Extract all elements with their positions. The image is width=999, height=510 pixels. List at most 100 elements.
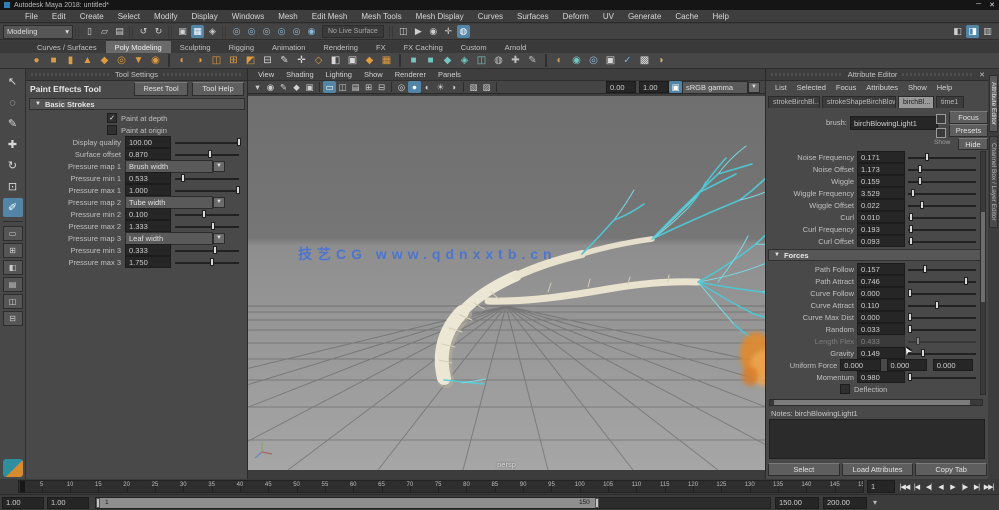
scrollbar-thumb[interactable]: [774, 400, 970, 405]
poly-cylinder-icon[interactable]: ▮: [63, 54, 78, 68]
attribute-slider[interactable]: [175, 173, 239, 183]
go-to-end-button[interactable]: ▶▶|: [983, 481, 994, 493]
value-field[interactable]: 0.870: [125, 148, 171, 160]
make-live-icon[interactable]: ◉: [305, 25, 318, 38]
slider-handle[interactable]: [908, 325, 912, 333]
attribute-slider[interactable]: [908, 348, 976, 358]
xgen-icon[interactable]: [3, 459, 23, 477]
wireframe-mode-icon[interactable]: ◎: [395, 81, 408, 93]
shaded-mode-icon[interactable]: ●: [408, 81, 421, 93]
value-field[interactable]: 0.333: [125, 244, 171, 256]
shadows-icon[interactable]: ◑: [447, 81, 460, 93]
value-field[interactable]: 0.980: [857, 371, 905, 383]
value-field[interactable]: 0.433: [857, 335, 905, 347]
value-field[interactable]: 1.173: [857, 163, 905, 175]
value-field[interactable]: 3.529: [857, 187, 905, 199]
slider-handle[interactable]: [181, 174, 185, 182]
reset-tool-button[interactable]: Reset Tool: [134, 82, 188, 96]
attribute-slider[interactable]: [908, 288, 976, 298]
slider-handle[interactable]: [213, 246, 217, 254]
checkbox-checked[interactable]: ✓: [107, 113, 117, 123]
ae-menu-list[interactable]: List: [770, 83, 792, 92]
menu-surfaces[interactable]: Surfaces: [510, 12, 556, 21]
select-component-icon[interactable]: ◈: [206, 25, 219, 38]
crease-icon[interactable]: ▣: [345, 54, 360, 68]
layout-four-pane[interactable]: ⊞: [3, 243, 23, 258]
skeleton-icon[interactable]: ✚: [508, 54, 523, 68]
new-scene-icon[interactable]: ▯: [83, 25, 96, 38]
attribute-slider[interactable]: [908, 176, 976, 186]
layout-single-pane[interactable]: ▭: [3, 226, 23, 241]
drag-handle[interactable]: [902, 73, 974, 76]
checkmark-icon[interactable]: ✓: [620, 54, 635, 68]
shelf-tab-fx-caching[interactable]: FX Caching: [395, 41, 452, 53]
fur-icon[interactable]: ◗: [654, 54, 669, 68]
attribute-slider[interactable]: [175, 137, 239, 147]
snap-to-view-plane-icon[interactable]: ◎: [290, 25, 303, 38]
viewport-menu-shading[interactable]: Shading: [280, 70, 320, 79]
color-managed-icon[interactable]: ▣: [669, 81, 682, 93]
paint-select-tool[interactable]: ✎: [3, 114, 23, 133]
vertical-scrollbar[interactable]: [980, 151, 986, 395]
poly-helix-icon[interactable]: ◉: [148, 54, 163, 68]
shelf-tab-curves-surfaces[interactable]: Curves / Surfaces: [28, 41, 106, 53]
step-forward-frame-button[interactable]: ▶|: [971, 481, 982, 493]
snapshot-icon[interactable]: ▣: [603, 54, 618, 68]
menu-mesh-tools[interactable]: Mesh Tools: [354, 12, 408, 21]
slider-handle[interactable]: [202, 210, 206, 218]
snap-to-point-icon[interactable]: ◎: [260, 25, 273, 38]
attribute-slider[interactable]: [175, 149, 239, 159]
hypershade-icon[interactable]: ◉: [569, 54, 584, 68]
shelf-tab-rendering[interactable]: Rendering: [314, 41, 367, 53]
pattern-icon[interactable]: ▩: [637, 54, 652, 68]
play-forwards-button[interactable]: ▶: [947, 481, 958, 493]
select-hierarchy-icon[interactable]: ▣: [176, 25, 189, 38]
chevron-down-icon[interactable]: ▼: [213, 233, 225, 244]
menu-cache[interactable]: Cache: [668, 12, 705, 21]
menu-windows[interactable]: Windows: [225, 12, 271, 21]
move-tool[interactable]: ✚: [3, 135, 23, 154]
playback-start-field[interactable]: 1.00: [47, 497, 89, 509]
range-options-icon[interactable]: ▾: [873, 498, 877, 507]
wireframe-color-icon[interactable]: ◐: [552, 54, 567, 68]
select-object-icon[interactable]: ▦: [191, 25, 204, 38]
poly-torus-icon[interactable]: ◎: [114, 54, 129, 68]
slider-handle[interactable]: [964, 277, 968, 285]
current-frame-field[interactable]: 1: [867, 480, 895, 493]
menu-set-dropdown[interactable]: Modeling ▾: [3, 25, 73, 39]
range-track[interactable]: 1 150: [95, 497, 771, 509]
notes-textarea[interactable]: [769, 419, 985, 459]
step-back-key-button[interactable]: ◀|: [923, 481, 934, 493]
render-current-frame-icon[interactable]: ▶: [412, 25, 425, 38]
slider-handle[interactable]: [920, 201, 924, 209]
redo-icon[interactable]: ↻: [152, 25, 165, 38]
ae-tab-strokeShapeBirchBlowi[interactable]: strokeShapeBirchBlowi...: [822, 96, 896, 108]
attribute-editor-toggle-icon[interactable]: ◨: [966, 25, 979, 38]
viewport-menu-panels[interactable]: Panels: [432, 70, 467, 79]
layout-hypershade[interactable]: ◫: [3, 294, 23, 309]
slider-handle[interactable]: [208, 150, 212, 158]
snap-to-projected-center-icon[interactable]: ◎: [275, 25, 288, 38]
value-field[interactable]: 1.750: [125, 256, 171, 268]
paint-weights-icon[interactable]: ✎: [525, 54, 540, 68]
symmetry-icon[interactable]: ◫: [474, 54, 489, 68]
value-field[interactable]: 0.171: [857, 151, 905, 163]
value-field[interactable]: 0.093: [857, 235, 905, 247]
attribute-slider[interactable]: [908, 224, 976, 234]
viewport-3d-view[interactable]: 技艺CG www.qdnxxtb.cn persp: [248, 96, 765, 470]
enum-dropdown[interactable]: Tube width: [125, 196, 213, 209]
shelf-tab-sculpting[interactable]: Sculpting: [171, 41, 220, 53]
go-to-start-button[interactable]: |◀◀: [899, 481, 910, 493]
separate-icon[interactable]: ◑: [192, 54, 207, 68]
checkbox-unchecked[interactable]: [840, 384, 850, 394]
chevron-down-icon[interactable]: ▼: [213, 197, 225, 208]
slider-handle[interactable]: [908, 313, 912, 321]
ae-copy-tab-button[interactable]: Copy Tab: [915, 463, 987, 476]
render-globe-icon[interactable]: ◎: [586, 54, 601, 68]
textured-mode-icon[interactable]: ◐: [421, 81, 434, 93]
tool-help-button[interactable]: Tool Help: [192, 82, 244, 96]
scale-tool[interactable]: ⊡: [3, 177, 23, 196]
value-field[interactable]: 0.010: [857, 211, 905, 223]
pin-toggle-icon[interactable]: [936, 114, 946, 124]
shelf-tab-arnold[interactable]: Arnold: [496, 41, 536, 53]
